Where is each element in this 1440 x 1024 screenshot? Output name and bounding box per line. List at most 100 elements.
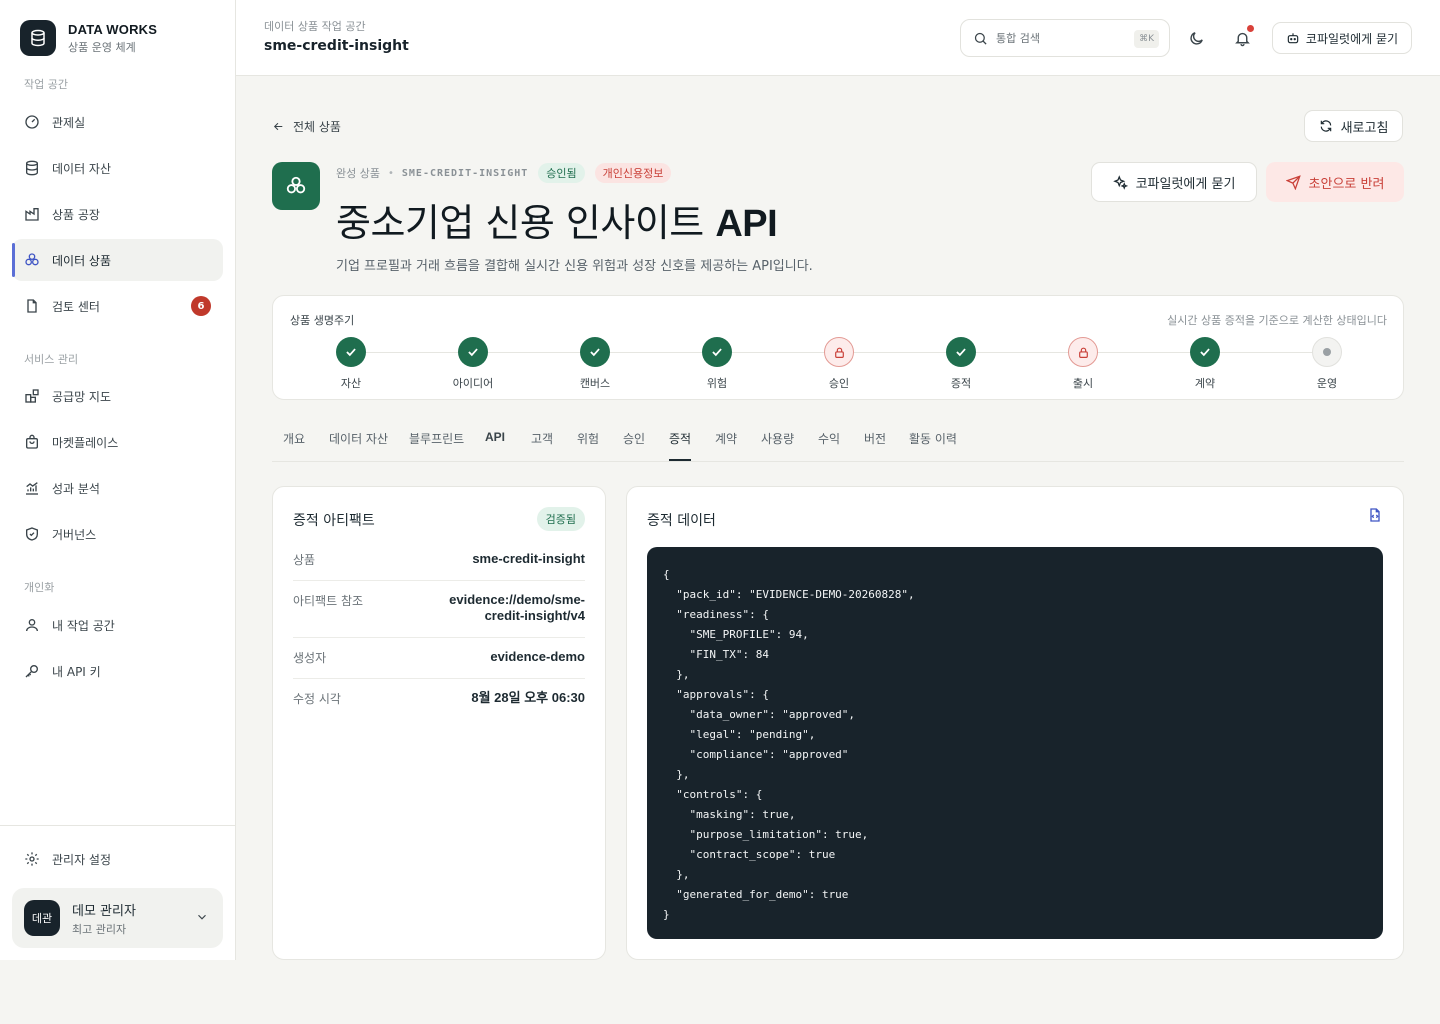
breadcrumb: 데이터 상품 작업 공간 [264, 20, 366, 33]
shopping-bag-icon [24, 434, 40, 450]
artifact-row-reference: 아티팩트 참조 evidence://demo/sme-credit-insig… [293, 592, 585, 638]
lock-icon [1068, 337, 1098, 367]
nav-section-personal: 개인화 [24, 581, 55, 594]
brand-title: DATA WORKS [68, 21, 158, 37]
sidebar-item-supply-map[interactable]: 공급망 지도 [12, 375, 223, 417]
artifact-value: evidence-demo [490, 649, 585, 664]
search-icon [973, 31, 988, 46]
key-icon [24, 663, 40, 679]
search-input[interactable]: 통합 검색 ⌘K [960, 19, 1170, 57]
product-stage: 완성 상품 [336, 167, 380, 180]
check-icon [702, 337, 732, 367]
bot-icon [1286, 31, 1300, 45]
page-title-strong: API [715, 203, 778, 245]
tab-risk[interactable]: 위험 [577, 430, 599, 447]
sidebar-item-product-factory[interactable]: 상품 공장 [12, 193, 223, 235]
moon-icon[interactable] [1186, 28, 1206, 48]
database-logo-icon [20, 20, 56, 56]
back-label: 전체 상품 [293, 120, 341, 134]
tab-versions[interactable]: 버전 [864, 430, 886, 447]
lifecycle-step-label: 아이디어 [452, 377, 494, 390]
evidence-card-title: 증적 데이터 [647, 513, 716, 529]
product-lifecycle: 상품 생명주기 실시간 상품 증적을 기준으로 계산한 상태입니다 자산 아이디어… [272, 295, 1404, 400]
arrow-left-icon [272, 120, 285, 133]
shield-icon [24, 526, 40, 542]
search-shortcut: ⌘K [1134, 30, 1159, 48]
chart-icon [24, 480, 40, 496]
file-code-icon[interactable] [1367, 507, 1383, 527]
tab-blueprint[interactable]: 블루프린트 [409, 430, 464, 447]
sidebar-divider [0, 825, 235, 826]
lifecycle-step-label: 캔버스 [579, 377, 611, 390]
reject-to-draft-button[interactable]: 초안으로 반려 [1266, 162, 1404, 202]
artifact-value: sme-credit-insight [472, 551, 585, 566]
sidebar-item-data-products[interactable]: 데이터 상품 [12, 239, 223, 281]
user-icon [24, 617, 40, 633]
sidebar-item-review-center[interactable]: 검토 센터 6 [12, 285, 223, 327]
back-to-products-link[interactable]: 전체 상품 [272, 118, 341, 135]
sidebar-item-marketplace[interactable]: 마켓플레이스 [12, 421, 223, 463]
sidebar-item-analytics[interactable]: 성과 분석 [12, 467, 223, 509]
tab-data-assets[interactable]: 데이터 자산 [329, 430, 388, 447]
lifecycle-step-label: 자산 [340, 377, 362, 390]
sidebar-item-label: 검토 센터 [52, 299, 100, 314]
artifact-row-creator: 생성자 evidence-demo [293, 649, 585, 679]
bell-icon[interactable] [1232, 25, 1254, 48]
product-meta: 완성 상품 • SME-CREDIT-INSIGHT 승인됨 개인신용정보 [336, 163, 672, 183]
sidebar-item-api-keys[interactable]: 내 API 키 [12, 650, 223, 692]
evidence-artifact-card: 증적 아티팩트 검증됨 상품 sme-credit-insight 아티팩트 참… [272, 486, 606, 960]
product-code: SME-CREDIT-INSIGHT [401, 167, 529, 179]
tab-usage[interactable]: 사용량 [761, 430, 794, 447]
top-bar: 데이터 상품 작업 공간 sme-credit-insight 통합 검색 ⌘K… [236, 0, 1440, 76]
lifecycle-note: 실시간 상품 증적을 기준으로 계산한 상태입니다 [1167, 314, 1387, 327]
artifact-row-product: 상품 sme-credit-insight [293, 551, 585, 581]
tab-revenue[interactable]: 수익 [818, 430, 840, 447]
copilot-top-label: 코파일럿에게 묻기 [1305, 31, 1399, 46]
nav-section-service: 서비스 관리 [24, 353, 79, 366]
sidebar-item-label: 거버넌스 [52, 527, 97, 542]
evidence-data-card: 증적 데이터 { "pack_id": "EVIDENCE-DEMO-20260… [626, 486, 1404, 960]
blocks-icon [24, 252, 40, 268]
review-count-badge: 6 [191, 296, 211, 316]
ask-copilot-label: 코파일럿에게 묻기 [1135, 176, 1236, 192]
sidebar-item-admin-settings[interactable]: 관리자 설정 [12, 838, 223, 880]
sidebar-item-label: 데이터 자산 [52, 161, 112, 176]
check-icon [336, 337, 366, 367]
tab-contract[interactable]: 계약 [715, 430, 737, 447]
lifecycle-step: 자산 [306, 337, 396, 391]
user-menu[interactable]: 데관 데모 관리자 최고 관리자 [12, 888, 223, 948]
artifact-value: 8월 28일 오후 06:30 [471, 690, 585, 705]
notification-dot [1247, 25, 1254, 32]
chevron-down-icon [195, 910, 209, 928]
sidebar-item-governance[interactable]: 거버넌스 [12, 513, 223, 555]
page-title: 중소기업 신용 인사이트 API [336, 192, 778, 247]
sidebar-item-my-workspace[interactable]: 내 작업 공간 [12, 604, 223, 646]
lifecycle-step: 출시 [1038, 337, 1128, 391]
tab-customers[interactable]: 고객 [531, 430, 553, 447]
lifecycle-step: 증적 [916, 337, 1006, 391]
artifact-key: 상품 [293, 553, 316, 567]
brand-subtitle: 상품 운영 체계 [68, 40, 136, 54]
search-placeholder: 통합 검색 [996, 32, 1040, 45]
lock-icon [824, 337, 854, 367]
tab-overview[interactable]: 개요 [283, 430, 305, 447]
check-icon [580, 337, 610, 367]
tab-activity[interactable]: 활동 이력 [909, 430, 957, 447]
sidebar-item-control-room[interactable]: 관제실 [12, 101, 223, 143]
sidebar-item-label: 공급망 지도 [52, 389, 112, 404]
verified-badge: 검증됨 [536, 507, 585, 531]
lifecycle-step-label: 계약 [1194, 377, 1216, 390]
refresh-button[interactable]: 새로고침 [1304, 110, 1403, 142]
factory-icon [24, 206, 40, 222]
sidebar-item-label: 성과 분석 [52, 481, 100, 496]
copilot-top-button[interactable]: 코파일럿에게 묻기 [1272, 22, 1412, 54]
ask-copilot-button[interactable]: 코파일럿에게 묻기 [1091, 162, 1257, 202]
brand[interactable]: DATA WORKS 상품 운영 체계 [20, 20, 157, 56]
lifecycle-step: 승인 [794, 337, 884, 391]
workspace-title: sme-credit-insight [264, 38, 409, 54]
tab-api[interactable]: API [485, 430, 505, 444]
tab-evidence[interactable]: 증적 [669, 430, 691, 447]
sidebar-item-data-assets[interactable]: 데이터 자산 [12, 147, 223, 189]
tab-approval[interactable]: 승인 [623, 430, 645, 447]
status-badge: 승인됨 [538, 163, 585, 183]
